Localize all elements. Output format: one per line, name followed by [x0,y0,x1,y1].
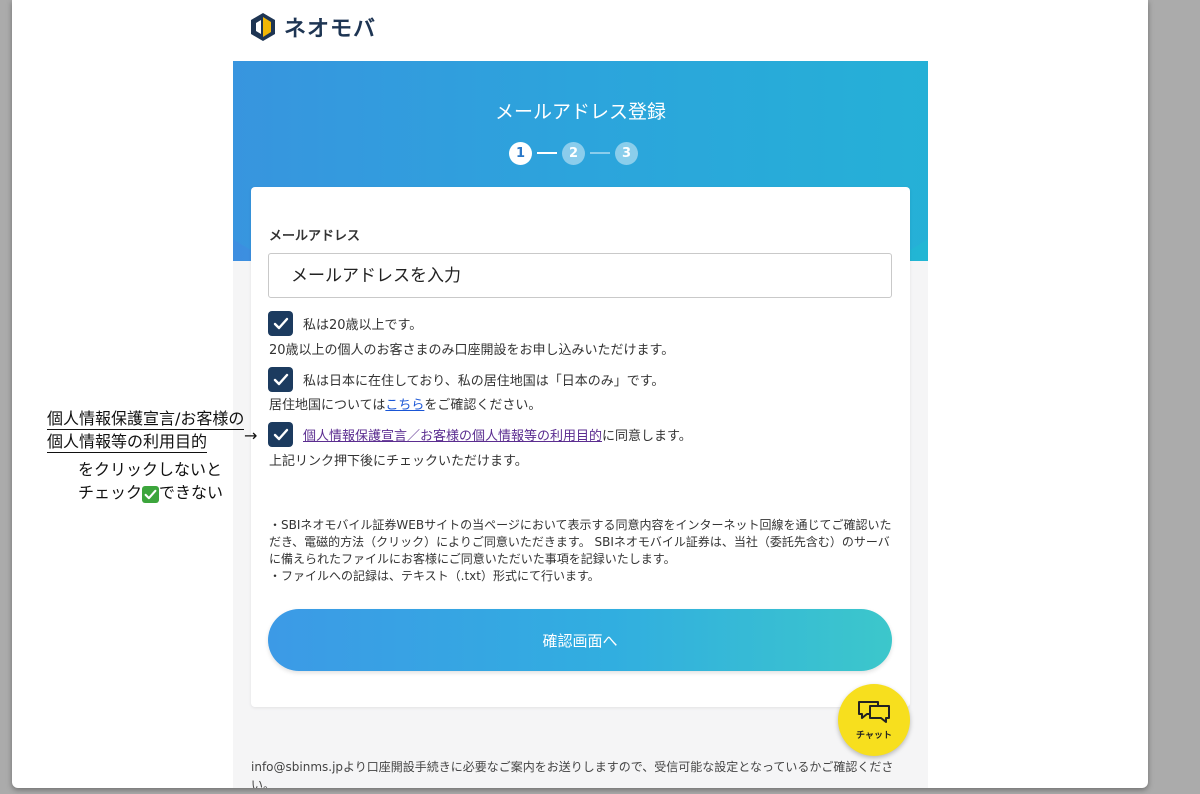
residency-checkbox[interactable] [268,367,293,392]
annotation-arrow: → [244,426,258,445]
email-input[interactable] [268,253,892,298]
step-connector [590,152,610,154]
privacy-consent-text: 個人情報保護宣言／お客様の個人情報等の利用目的に同意します。 [303,425,692,444]
check-mark-button-icon [142,486,160,503]
chat-button[interactable]: チャット [838,684,910,756]
confirm-screen-button[interactable]: 確認画面へ [268,609,892,671]
annotation-text: できない [159,483,224,502]
legal-paragraph: ・SBIネオモバイル証券WEBサイトの当ページにおいて表示する同意内容をインター… [269,518,892,566]
privacy-consent-suffix: に同意します。 [602,429,692,444]
registration-page: メールアドレス登録 1 2 3 メールアドレス 私は20歳以上です。 20歳以上… [233,61,928,788]
chat-label: チャット [856,730,892,741]
checkmark-icon [273,373,288,386]
step-indicator: 1 2 3 [509,141,638,165]
footer-note-line: info@sbinms.jpより口座開設手続きに必要なご案内をお送りしますので、… [251,760,894,774]
legal-paragraph: ・ファイルへの記録は、テキスト（.txt）形式にて行います。 [269,569,600,583]
annotation-line: 個人情報保護宣言/お客様の [47,405,245,430]
footer-note: info@sbinms.jpより口座開設手続きに必要なご案内をお送りしますので、… [251,758,911,788]
checkmark-icon [273,428,288,441]
annotation-text: チェック [78,483,143,502]
residency-consent-row: 私は日本に在住しており、私の居住地国は「日本のみ」です。 [268,367,664,392]
brand-name: ネオモバ [284,17,377,42]
browser-window: ネオモバ メールアドレス登録 1 2 3 メールアドレス 私は20歳以上です。 … [12,0,1148,788]
step-2: 2 [562,141,585,165]
privacy-checkbox[interactable] [268,422,293,447]
email-label: メールアドレス [269,229,361,244]
brand-logo[interactable]: ネオモバ [250,10,376,44]
footer-note-line: い。 [251,778,276,788]
step-connector [537,152,557,154]
chat-bubble-icon [858,700,890,723]
age-checkbox[interactable] [268,311,293,336]
checkmark-icon [273,317,288,330]
privacy-consent-row: 個人情報保護宣言／お客様の個人情報等の利用目的に同意します。 [268,422,692,447]
annotation-line: チェック できない [78,479,223,503]
residency-info-link[interactable]: こちら [385,398,424,413]
neomoba-logo-icon [251,13,275,41]
registration-form-card: メールアドレス 私は20歳以上です。 20歳以上の個人のお客さまのみ口座開設をお… [251,187,910,707]
legal-notice: ・SBIネオモバイル証券WEBサイトの当ページにおいて表示する同意内容をインター… [269,517,899,585]
annotation-line: をクリックしないと [78,460,223,479]
age-consent-note: 20歳以上の個人のお客さまのみ口座開設をお申し込みいただけます。 [269,343,675,358]
page-title: メールアドレス登録 [494,101,666,123]
privacy-policy-link[interactable]: 個人情報保護宣言／お客様の個人情報等の利用目的 [303,429,602,444]
residency-note-prefix: 居住地国については [269,398,386,413]
step-3: 3 [615,141,638,165]
step-1: 1 [509,141,532,165]
residency-note: 居住地国についてはこちらをご確認ください。 [269,394,541,413]
annotation-line: 個人情報等の利用目的 [47,428,208,453]
residency-note-suffix: をご確認ください。 [424,398,542,413]
age-consent-text: 私は20歳以上です。 [303,318,423,333]
privacy-note: 上記リンク押下後にチェックいただけます。 [269,454,528,469]
age-consent-row: 私は20歳以上です。 [268,311,422,336]
residency-consent-text: 私は日本に在住しており、私の居住地国は「日本のみ」です。 [303,374,665,389]
